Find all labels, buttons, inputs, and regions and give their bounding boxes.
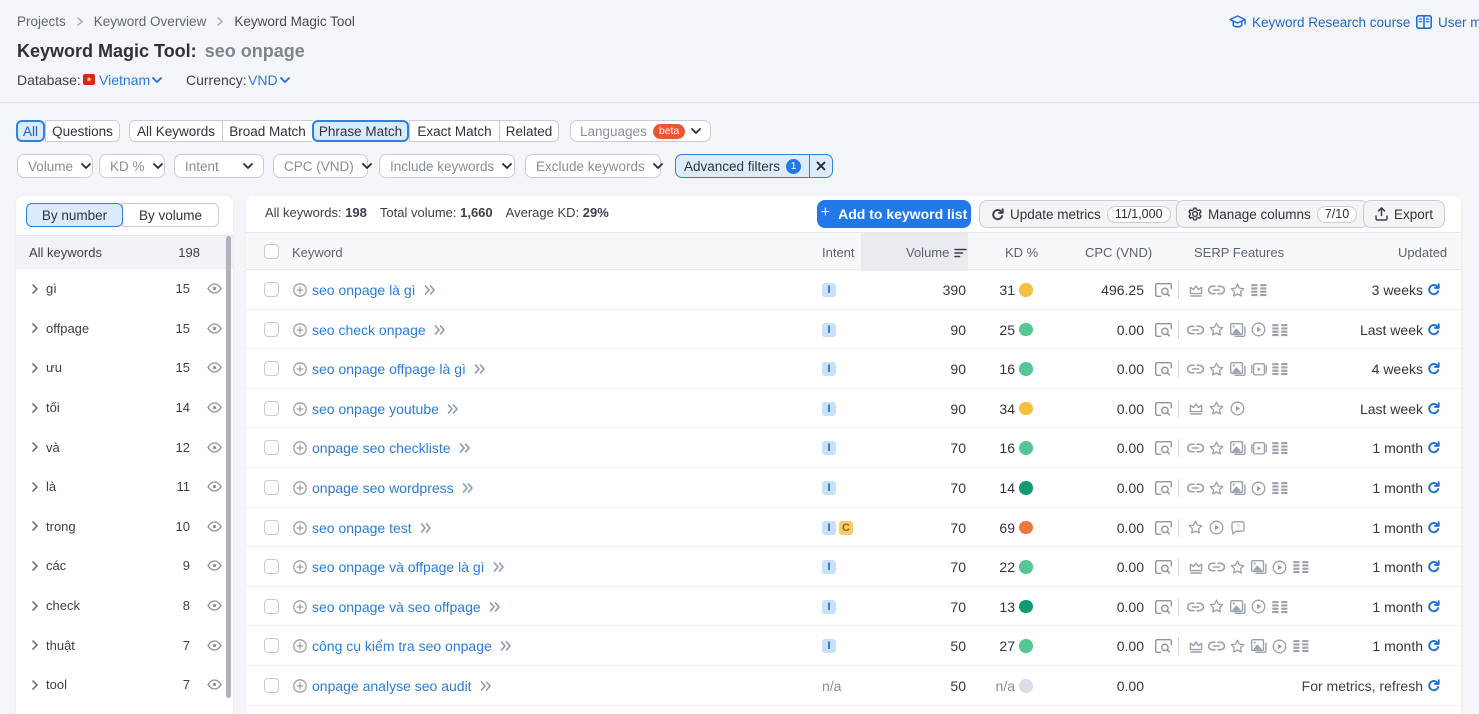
svg-text:?: ? xyxy=(1236,524,1240,530)
